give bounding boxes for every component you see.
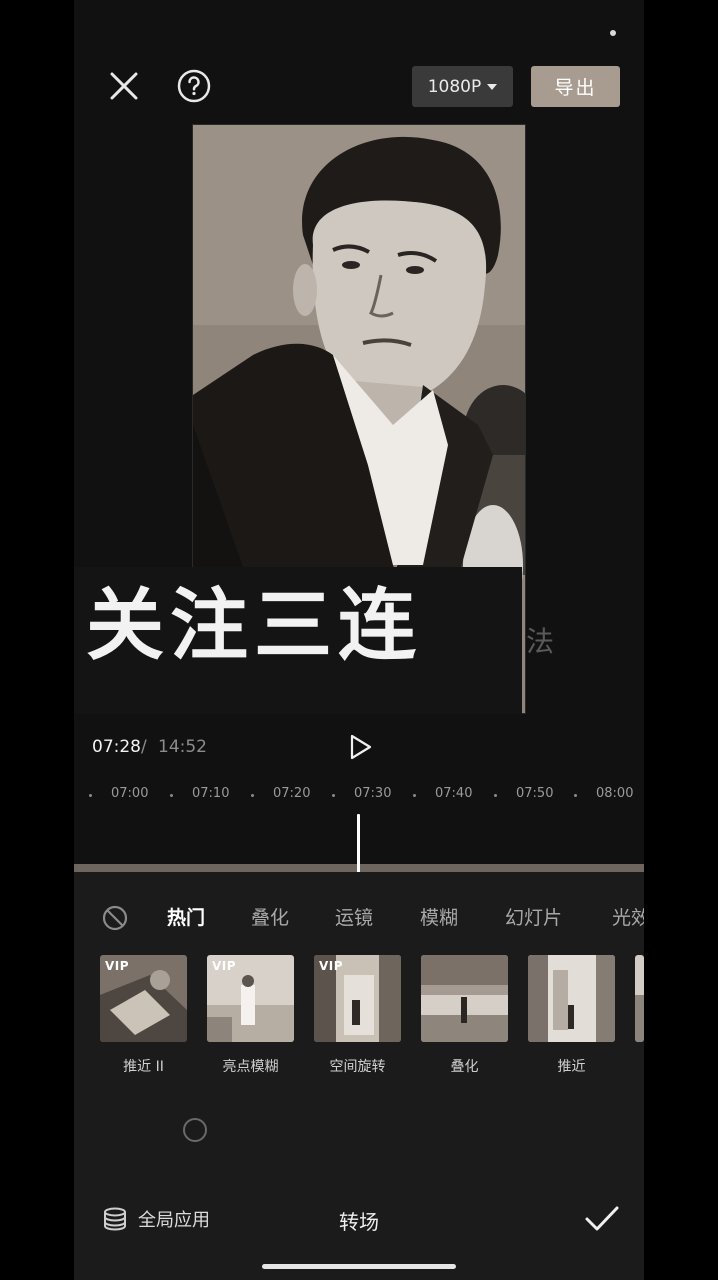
- help-button[interactable]: [176, 68, 212, 104]
- ruler-tick: 07:00: [111, 786, 149, 801]
- apply-all-button[interactable]: 全局应用: [102, 1206, 210, 1232]
- current-time: 07:28: [92, 737, 141, 757]
- transition-preview-image: [635, 955, 644, 1042]
- tab-blur[interactable]: 模糊: [420, 903, 458, 930]
- vip-badge: VIP: [319, 959, 344, 973]
- play-icon: [350, 734, 372, 760]
- transition-preview-image: [421, 955, 508, 1042]
- export-button[interactable]: 导出: [531, 66, 620, 107]
- playhead[interactable]: [357, 814, 360, 876]
- time-separator: /: [141, 737, 147, 757]
- check-icon: [585, 1206, 619, 1231]
- ruler-tick: 08:00: [596, 786, 634, 801]
- close-button[interactable]: [104, 66, 144, 106]
- apply-all-label: 全局应用: [138, 1210, 210, 1231]
- ruler-dot: [251, 794, 254, 797]
- status-dot: [610, 30, 616, 36]
- ruler-dot: [332, 794, 335, 797]
- ruler-tick: 07:40: [435, 786, 473, 801]
- tab-camera-motion[interactable]: 运镜: [335, 903, 373, 930]
- no-transition-button[interactable]: [102, 905, 128, 931]
- transition-thumb-push-in-2[interactable]: VIP: [100, 955, 187, 1042]
- ruler-tick: 07:30: [354, 786, 392, 801]
- transition-label: 推近 II: [123, 1059, 164, 1075]
- export-label: 导出: [554, 77, 597, 99]
- home-indicator[interactable]: [262, 1264, 456, 1269]
- transition-thumb-push-in[interactable]: [528, 955, 615, 1042]
- close-icon: [110, 72, 138, 100]
- ruler-dot: [170, 794, 173, 797]
- transition-label: 推近: [557, 1059, 586, 1075]
- vip-badge: VIP: [212, 959, 237, 973]
- caption-text[interactable]: 关注三连: [86, 580, 422, 674]
- ruler-tick: 07:50: [516, 786, 554, 801]
- transition-thumb-highlight-blur[interactable]: VIP: [207, 955, 294, 1042]
- transition-label: 亮点模糊: [222, 1059, 279, 1075]
- ruler-dot: [89, 794, 92, 797]
- help-icon: [177, 69, 211, 103]
- tab-light-effects[interactable]: 光效: [612, 903, 644, 930]
- tab-dissolve[interactable]: 叠化: [251, 903, 289, 930]
- vip-badge: VIP: [105, 959, 130, 973]
- caret-down-icon: [487, 83, 498, 90]
- ruler-dot: [494, 794, 497, 797]
- background-caption-fragment: 法: [526, 625, 555, 658]
- ruler-dot: [413, 794, 416, 797]
- duration-slider-knob[interactable]: [183, 1118, 207, 1142]
- ruler-dot: [574, 794, 577, 797]
- panel-title: 转场: [339, 1210, 379, 1234]
- play-button[interactable]: [346, 733, 374, 761]
- transition-thumb-dissolve[interactable]: [421, 955, 508, 1042]
- tab-slideshow[interactable]: 幻灯片: [505, 903, 562, 930]
- transition-label: 空间旋转: [329, 1059, 386, 1075]
- transition-thumb-partial[interactable]: [635, 955, 644, 1042]
- transition-thumb-spatial-rotate[interactable]: VIP: [314, 955, 401, 1042]
- confirm-button[interactable]: [584, 1204, 620, 1234]
- transition-preview-image: [528, 955, 615, 1042]
- resolution-label: 1080P: [427, 76, 482, 97]
- prohibited-icon: [102, 905, 128, 931]
- ruler-tick: 07:20: [273, 786, 311, 801]
- total-time: 14:52: [158, 737, 207, 757]
- resolution-dropdown[interactable]: 1080P: [412, 66, 513, 107]
- tab-hot[interactable]: 热门: [167, 903, 205, 930]
- layers-icon: [104, 1207, 126, 1231]
- editor-screen: 1080P 导出 关注三连 法 07:28 / 14:52 07:00 07:1…: [74, 0, 644, 1280]
- transition-label: 叠化: [450, 1059, 479, 1075]
- ruler-tick: 07:10: [192, 786, 230, 801]
- timeline-ruler[interactable]: 07:00 07:10 07:20 07:30 07:40 07:50 08:0…: [74, 786, 644, 808]
